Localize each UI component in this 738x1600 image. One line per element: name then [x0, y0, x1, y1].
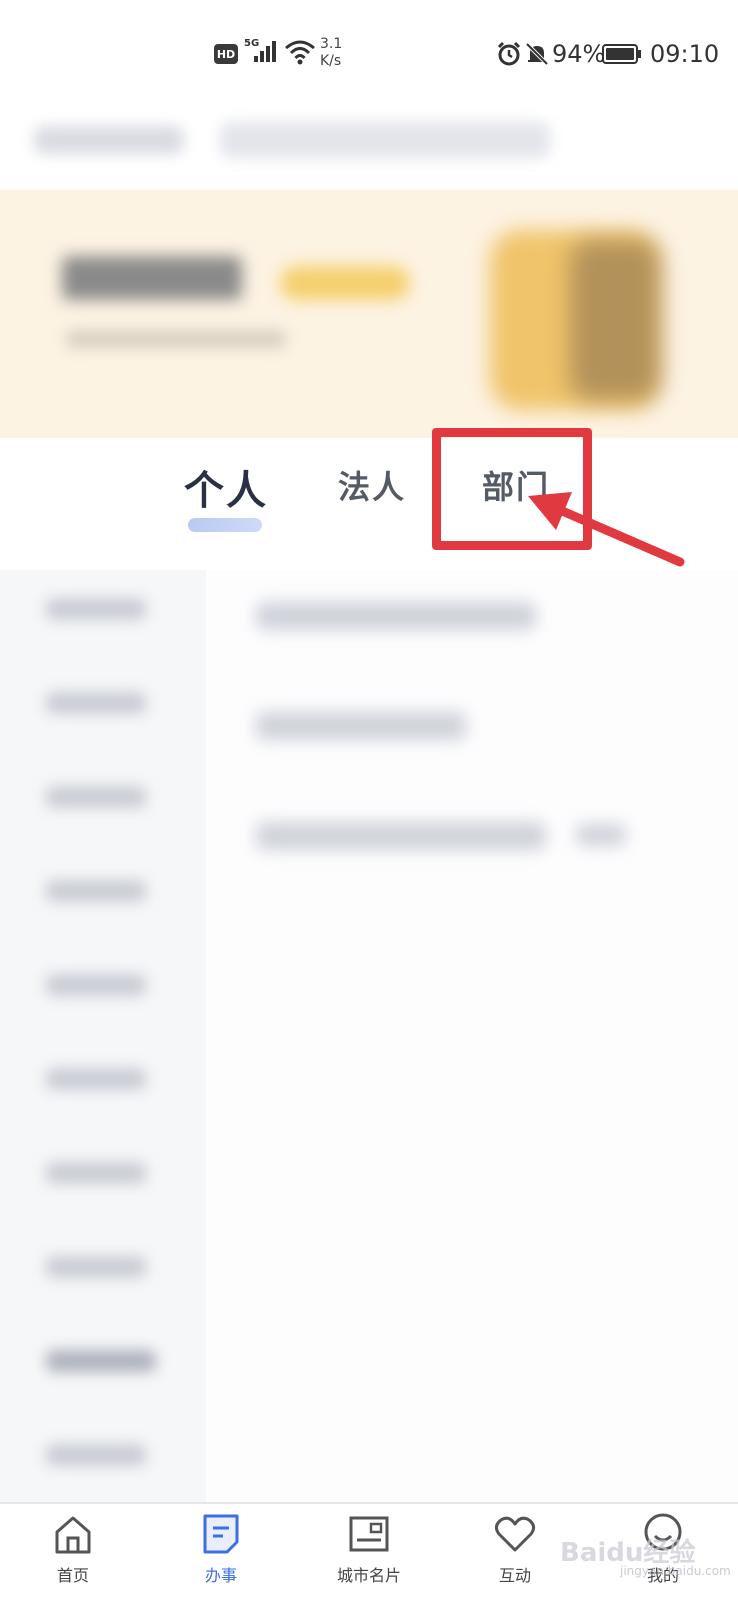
category-item[interactable] — [46, 974, 146, 996]
nav-interaction[interactable]: 互动 — [460, 1512, 570, 1592]
service-row[interactable] — [256, 602, 536, 630]
category-list — [0, 570, 206, 1505]
category-item[interactable] — [46, 1068, 146, 1090]
annotation-arrow-icon — [528, 492, 685, 567]
home-icon — [55, 1516, 91, 1554]
category-item[interactable] — [46, 1350, 156, 1372]
service-row[interactable] — [256, 822, 546, 850]
category-item[interactable] — [46, 880, 146, 902]
nav-city-card[interactable]: 城市名片 — [314, 1512, 424, 1592]
city-card-icon — [349, 1516, 389, 1552]
service-list — [206, 570, 738, 1505]
nav-services[interactable]: 办事 — [166, 1512, 276, 1592]
nav-services-label: 办事 — [204, 1566, 237, 1585]
document-icon — [203, 1514, 239, 1554]
service-row[interactable] — [256, 712, 466, 740]
category-item[interactable] — [46, 786, 146, 808]
category-item[interactable] — [46, 1444, 146, 1466]
heart-icon — [494, 1516, 536, 1552]
category-item[interactable] — [46, 692, 146, 714]
nav-home-label: 首页 — [56, 1566, 89, 1585]
service-row-tag — [576, 824, 626, 846]
nav-home[interactable]: 首页 — [18, 1512, 128, 1592]
nav-city-card-label: 城市名片 — [336, 1566, 401, 1585]
category-item[interactable] — [46, 1162, 146, 1184]
category-item[interactable] — [46, 598, 146, 620]
baidu-watermark-url: jingyan.baidu.com — [620, 1564, 731, 1578]
nav-interaction-label: 互动 — [498, 1566, 531, 1585]
category-item[interactable] — [46, 1256, 146, 1278]
